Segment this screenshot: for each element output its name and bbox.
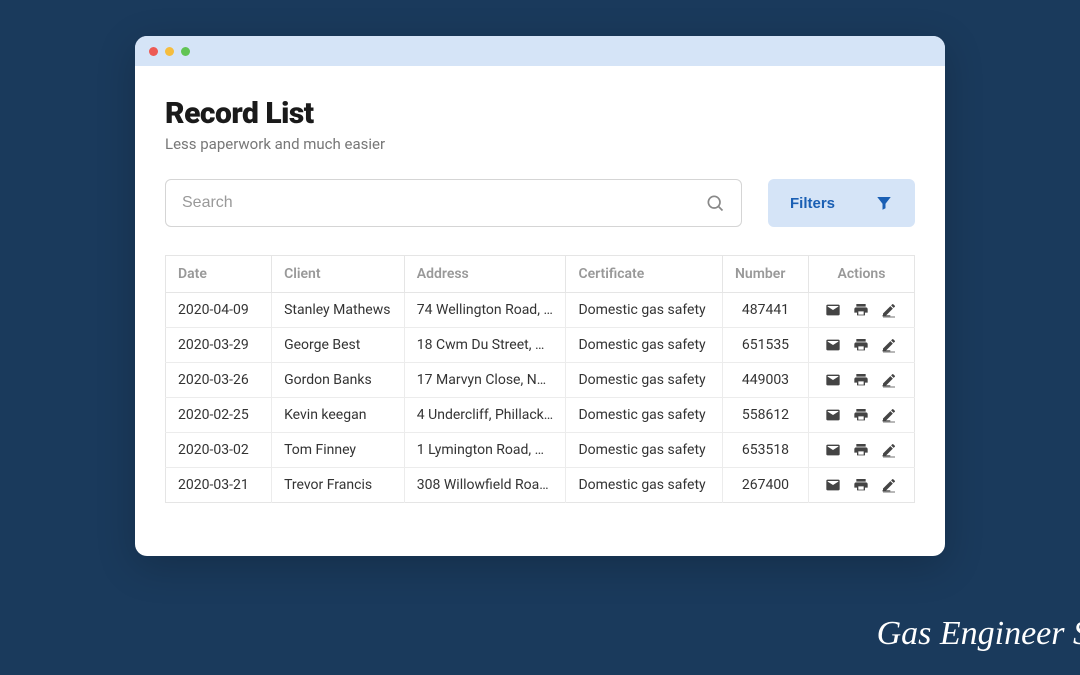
cell-date: 2020-03-02	[166, 433, 272, 468]
col-header-client: Client	[272, 256, 405, 293]
edit-icon[interactable]	[881, 477, 897, 493]
cell-number: 267400	[723, 468, 809, 503]
print-icon[interactable]	[853, 302, 869, 318]
cell-client: Tom Finney	[272, 433, 405, 468]
cell-actions	[808, 398, 914, 433]
cell-number: 653518	[723, 433, 809, 468]
cell-number: 558612	[723, 398, 809, 433]
print-icon[interactable]	[853, 442, 869, 458]
window-minimize-button[interactable]	[165, 47, 174, 56]
cell-certificate: Domestic gas safety	[566, 433, 723, 468]
cell-address: 1 Lymington Road, New...	[404, 433, 566, 468]
filters-button[interactable]: Filters	[768, 179, 915, 227]
cell-date: 2020-03-26	[166, 363, 272, 398]
window-maximize-button[interactable]	[181, 47, 190, 56]
cell-actions	[808, 468, 914, 503]
edit-icon[interactable]	[881, 407, 897, 423]
content-area: Record List Less paperwork and much easi…	[135, 66, 945, 523]
records-table: Date Client Address Certificate Number A…	[165, 255, 915, 503]
mail-icon[interactable]	[825, 337, 841, 353]
search-input[interactable]	[182, 194, 705, 212]
edit-icon[interactable]	[881, 302, 897, 318]
window-titlebar	[135, 36, 945, 66]
page-subtitle: Less paperwork and much easier	[165, 135, 915, 153]
table-header-row: Date Client Address Certificate Number A…	[166, 256, 915, 293]
cell-actions	[808, 363, 914, 398]
table-row: 2020-03-29George Best18 Cwm Du Street, M…	[166, 328, 915, 363]
edit-icon[interactable]	[881, 372, 897, 388]
print-icon[interactable]	[853, 477, 869, 493]
page-title: Record List	[165, 96, 915, 131]
print-icon[interactable]	[853, 372, 869, 388]
filter-icon	[875, 194, 893, 212]
col-header-certificate: Certificate	[566, 256, 723, 293]
cell-actions	[808, 328, 914, 363]
table-row: 2020-03-21Trevor Francis308 Willowfield …	[166, 468, 915, 503]
cell-number: 449003	[723, 363, 809, 398]
brand-watermark: Gas Engineer S	[877, 615, 1080, 653]
print-icon[interactable]	[853, 337, 869, 353]
edit-icon[interactable]	[881, 442, 897, 458]
cell-date: 2020-03-21	[166, 468, 272, 503]
cell-certificate: Domestic gas safety	[566, 363, 723, 398]
table-row: 2020-03-02Tom Finney1 Lymington Road, Ne…	[166, 433, 915, 468]
cell-client: Kevin keegan	[272, 398, 405, 433]
mail-icon[interactable]	[825, 372, 841, 388]
mail-icon[interactable]	[825, 407, 841, 423]
mail-icon[interactable]	[825, 302, 841, 318]
cell-number: 487441	[723, 293, 809, 328]
table-row: 2020-03-26Gordon Banks17 Marvyn Close, N…	[166, 363, 915, 398]
cell-address: 308 Willowfield Road, H...	[404, 468, 566, 503]
cell-address: 17 Marvyn Close, Not...	[404, 363, 566, 398]
cell-address: 4 Undercliff, Phillack, T...	[404, 398, 566, 433]
search-icon	[705, 193, 725, 213]
cell-address: 74 Wellington Road, ...	[404, 293, 566, 328]
edit-icon[interactable]	[881, 337, 897, 353]
table-row: 2020-04-09Stanley Mathews74 Wellington R…	[166, 293, 915, 328]
print-icon[interactable]	[853, 407, 869, 423]
cell-date: 2020-03-29	[166, 328, 272, 363]
cell-date: 2020-02-25	[166, 398, 272, 433]
col-header-actions: Actions	[808, 256, 914, 293]
cell-client: Trevor Francis	[272, 468, 405, 503]
cell-certificate: Domestic gas safety	[566, 398, 723, 433]
filters-label: Filters	[790, 195, 835, 212]
col-header-address: Address	[404, 256, 566, 293]
app-window: Record List Less paperwork and much easi…	[135, 36, 945, 556]
cell-client: Stanley Mathews	[272, 293, 405, 328]
mail-icon[interactable]	[825, 442, 841, 458]
controls-row: Filters	[165, 179, 915, 227]
search-field-wrap	[165, 179, 742, 227]
cell-number: 651535	[723, 328, 809, 363]
cell-address: 18 Cwm Du Street, Ma...	[404, 328, 566, 363]
cell-date: 2020-04-09	[166, 293, 272, 328]
cell-certificate: Domestic gas safety	[566, 468, 723, 503]
cell-certificate: Domestic gas safety	[566, 328, 723, 363]
cell-actions	[808, 433, 914, 468]
cell-client: George Best	[272, 328, 405, 363]
table-row: 2020-02-25Kevin keegan4 Undercliff, Phil…	[166, 398, 915, 433]
cell-actions	[808, 293, 914, 328]
col-header-number: Number	[723, 256, 809, 293]
mail-icon[interactable]	[825, 477, 841, 493]
cell-client: Gordon Banks	[272, 363, 405, 398]
cell-certificate: Domestic gas safety	[566, 293, 723, 328]
col-header-date: Date	[166, 256, 272, 293]
window-close-button[interactable]	[149, 47, 158, 56]
